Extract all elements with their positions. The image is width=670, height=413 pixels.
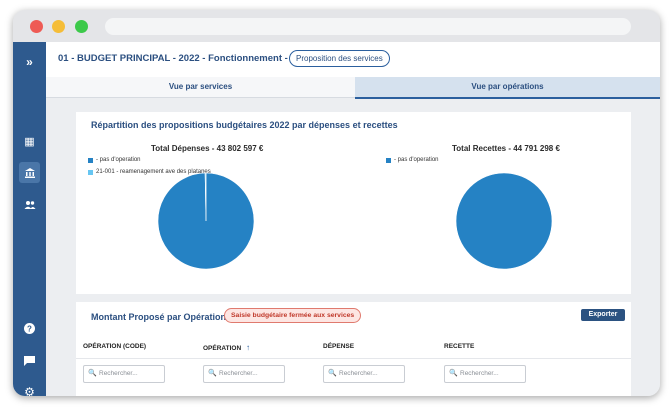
- users-icon-svg: [24, 200, 35, 209]
- tab-vue-par-services[interactable]: Vue par services: [46, 77, 355, 98]
- search-icon: 🔍: [449, 370, 458, 377]
- column-header-operation[interactable]: OPÉRATION ↑: [203, 343, 250, 352]
- maximize-window-button[interactable]: [75, 20, 88, 33]
- close-window-button[interactable]: [30, 20, 43, 33]
- export-button[interactable]: Exporter: [581, 309, 625, 321]
- search-placeholder: Rechercher...: [339, 370, 378, 377]
- repartition-title: Répartition des propositions budgétaires…: [91, 120, 398, 130]
- main-content: 01 - BUDGET PRINCIPAL - 2022 - Fonctionn…: [46, 42, 660, 396]
- depenses-chart-title: Total Dépenses - 43 802 597 €: [151, 144, 264, 153]
- recettes-chart-title: Total Recettes - 44 791 298 €: [452, 144, 560, 153]
- search-placeholder: Rechercher...: [460, 370, 499, 377]
- operations-panel: Montant Proposé par Opération Saisie bud…: [76, 302, 631, 396]
- search-input-operation-code[interactable]: 🔍 Rechercher...: [83, 365, 165, 383]
- search-input-depense[interactable]: 🔍 Rechercher...: [323, 365, 405, 383]
- search-input-recette[interactable]: 🔍 Rechercher...: [444, 365, 526, 383]
- svg-text:?: ?: [27, 324, 32, 333]
- legend-swatch: [88, 157, 93, 163]
- dashboard-icon[interactable]: ▦: [19, 131, 40, 152]
- search-placeholder: Rechercher...: [219, 370, 258, 377]
- tab-vue-par-operations[interactable]: Vue par opérations: [355, 77, 660, 99]
- legend-swatch: [88, 169, 93, 175]
- help-icon-svg: ?: [24, 323, 35, 334]
- users-icon[interactable]: [19, 194, 40, 215]
- legend-label: - pas d'operation: [96, 157, 141, 163]
- view-tabs: Vue par services Vue par opérations: [46, 77, 660, 99]
- minimize-window-button[interactable]: [52, 20, 65, 33]
- chat-icon[interactable]: [19, 350, 40, 371]
- column-header-operation-code[interactable]: OPÉRATION (CODE): [83, 343, 146, 350]
- page-header: 01 - BUDGET PRINCIPAL - 2022 - Fonctionn…: [46, 42, 660, 78]
- settings-icon[interactable]: ⚙: [19, 381, 40, 397]
- legend-label: - pas d'operation: [394, 157, 439, 163]
- bank-icon[interactable]: [19, 162, 40, 183]
- search-icon: 🔍: [328, 370, 337, 377]
- depenses-legend-item[interactable]: - pas d'operation: [88, 157, 141, 163]
- address-bar[interactable]: [105, 18, 631, 35]
- column-header-depense[interactable]: DÉPENSE: [323, 343, 354, 350]
- status-badge: Saisie budgétaire fermée aux services: [224, 308, 362, 323]
- legend-swatch: [386, 157, 391, 163]
- title-bar: [13, 10, 660, 42]
- help-icon[interactable]: ?: [19, 318, 40, 339]
- repartition-panel: Répartition des propositions budgétaires…: [76, 112, 631, 294]
- search-icon: 🔍: [88, 370, 97, 377]
- pie-slice[interactable]: [455, 172, 553, 270]
- proposition-services-button[interactable]: Proposition des services: [289, 50, 390, 67]
- operations-title: Montant Proposé par Opération: [91, 312, 227, 322]
- search-icon: 🔍: [208, 370, 217, 377]
- bank-icon-svg: [24, 167, 35, 178]
- app-window: » ▦ ? ⚙ 01 - BUDGET PRINCIPAL - 2022 - F…: [13, 10, 660, 396]
- page-title: 01 - BUDGET PRINCIPAL - 2022 - Fonctionn…: [58, 53, 324, 64]
- search-placeholder: Rechercher...: [99, 370, 138, 377]
- recettes-pie-chart[interactable]: [455, 172, 553, 270]
- recettes-legend-item[interactable]: - pas d'operation: [386, 157, 439, 163]
- header-divider: [76, 358, 631, 359]
- sidebar: » ▦ ? ⚙: [13, 42, 46, 396]
- sort-ascending-icon[interactable]: ↑: [246, 343, 250, 352]
- depenses-pie-chart[interactable]: [157, 172, 255, 270]
- chat-icon-svg: [24, 355, 35, 366]
- search-input-operation[interactable]: 🔍 Rechercher...: [203, 365, 285, 383]
- expand-icon[interactable]: »: [19, 51, 40, 72]
- column-header-recette[interactable]: RECETTE: [444, 343, 474, 350]
- column-header-label: OPÉRATION: [203, 345, 242, 352]
